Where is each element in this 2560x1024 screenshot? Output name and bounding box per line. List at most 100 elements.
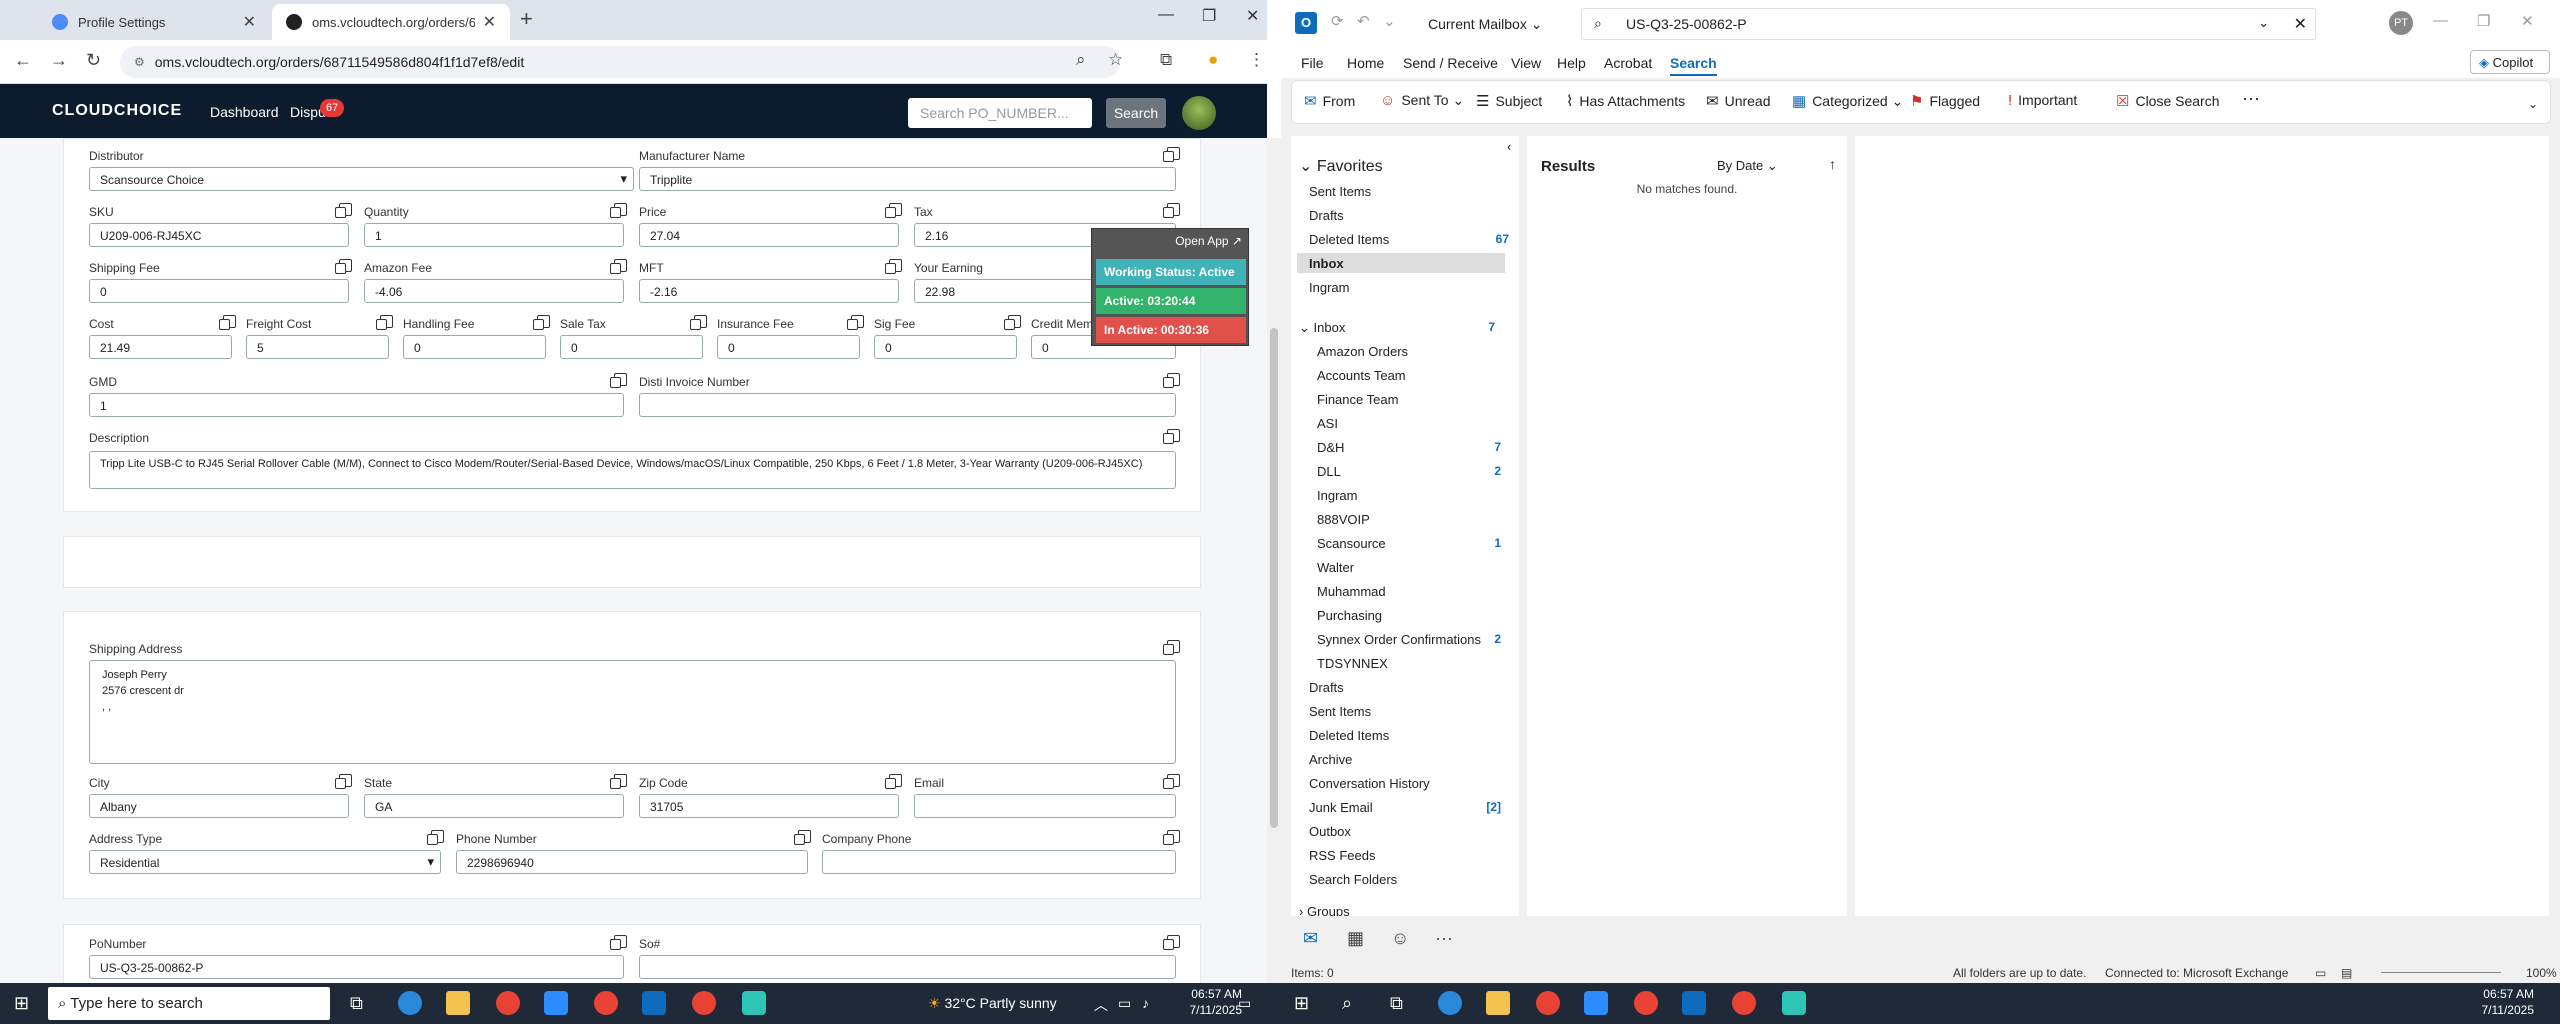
copy-icon[interactable] bbox=[690, 315, 707, 330]
company-phone-input[interactable] bbox=[822, 850, 1176, 874]
ribbon-collapse-icon[interactable]: ⌄ bbox=[2528, 97, 2538, 111]
folder-item[interactable]: ASI bbox=[1317, 416, 1501, 431]
folder-item[interactable]: Deleted Items 67 bbox=[1309, 232, 1509, 247]
folder-item[interactable]: Scansource 1 bbox=[1317, 536, 1501, 551]
copy-icon[interactable] bbox=[533, 315, 550, 330]
folder-item[interactable]: Sent Items bbox=[1309, 704, 1501, 719]
folder-item[interactable]: D&H 7 bbox=[1317, 440, 1501, 455]
app-icon-2[interactable] bbox=[1782, 991, 1806, 1015]
notifications-icon[interactable]: ▭ bbox=[1238, 995, 1251, 1012]
folder-item[interactable]: Finance Team bbox=[1317, 392, 1501, 407]
copy-icon[interactable] bbox=[610, 373, 627, 388]
sku-input[interactable]: U209-006-RJ45XC bbox=[89, 223, 349, 247]
windows-start-icon[interactable]: ⊞ bbox=[14, 993, 29, 1014]
outlook-minimize-icon[interactable]: — bbox=[2433, 12, 2448, 29]
city-input[interactable]: Albany bbox=[89, 794, 349, 818]
search-icon-2[interactable]: ⌕ bbox=[1342, 993, 1352, 1014]
copy-icon[interactable] bbox=[1163, 203, 1180, 218]
tab-order-edit[interactable]: oms.vcloudtech.org/orders/687 ✕ bbox=[272, 4, 510, 40]
folder-item[interactable]: DLL 2 bbox=[1317, 464, 1501, 479]
user-avatar[interactable]: PT bbox=[2389, 11, 2413, 35]
windows-start-icon-2[interactable]: ⊞ bbox=[1294, 993, 1309, 1014]
new-tab-icon[interactable]: + bbox=[520, 6, 533, 32]
copy-icon[interactable] bbox=[427, 830, 444, 845]
folder-item[interactable]: Muhammad bbox=[1317, 584, 1501, 599]
taskbar-clock-2[interactable]: 06:57 AM 7/11/2025 bbox=[2460, 986, 2535, 1018]
outlook-close-icon[interactable]: ✕ bbox=[2521, 12, 2534, 30]
network-icon[interactable]: ▭ bbox=[1118, 995, 1131, 1012]
copy-icon[interactable] bbox=[219, 315, 236, 330]
filter-subject-button[interactable]: ☰ Subject bbox=[1476, 92, 1542, 110]
minimize-icon[interactable]: — bbox=[1158, 6, 1174, 24]
folder-item[interactable]: Ingram bbox=[1317, 488, 1501, 503]
edge-icon-2[interactable] bbox=[1438, 991, 1462, 1015]
groups-header[interactable]: › Groups bbox=[1299, 904, 1350, 916]
edge-icon[interactable] bbox=[398, 991, 422, 1015]
zoom-app-icon[interactable] bbox=[544, 991, 568, 1015]
back-icon[interactable]: ← bbox=[14, 50, 32, 71]
menu-search[interactable]: Search bbox=[1670, 55, 1717, 76]
avatar[interactable] bbox=[1182, 96, 1216, 130]
folder-item[interactable]: Conversation History bbox=[1309, 776, 1501, 791]
volume-icon[interactable]: ♪ bbox=[1142, 995, 1149, 1011]
file-explorer-icon-2[interactable] bbox=[1486, 991, 1510, 1015]
filter-attachments-button[interactable]: ⌇ Has Attachments bbox=[1566, 92, 1685, 110]
more-options-icon[interactable]: ··· bbox=[2242, 88, 2260, 109]
folder-item[interactable]: Drafts bbox=[1309, 680, 1501, 695]
shipping-fee-input[interactable]: 0 bbox=[89, 279, 349, 303]
close-tab-icon[interactable]: ✕ bbox=[483, 12, 496, 32]
insurance-fee-input[interactable]: 0 bbox=[717, 335, 860, 359]
filter-unread-button[interactable]: ✉ Unread bbox=[1706, 92, 1771, 110]
forward-icon[interactable]: → bbox=[50, 50, 68, 71]
outlook-app-icon-2[interactable] bbox=[1682, 991, 1706, 1015]
copy-icon[interactable] bbox=[1163, 429, 1180, 444]
cost-input[interactable]: 21.49 bbox=[89, 335, 232, 359]
freight-cost-input[interactable]: 5 bbox=[246, 335, 389, 359]
so-number-input[interactable] bbox=[639, 955, 1176, 979]
folder-item[interactable]: 888VOIP bbox=[1317, 512, 1501, 527]
folder-item[interactable]: Ingram bbox=[1309, 280, 1349, 295]
sort-direction-icon[interactable]: ↑ bbox=[1829, 156, 1836, 172]
phone-input[interactable]: 2298696940 bbox=[456, 850, 808, 874]
mail-search-input[interactable]: ⌕ US-Q3-25-00862-P ⌄ ✕ bbox=[1581, 8, 2316, 40]
amazon-fee-input[interactable]: -4.06 bbox=[364, 279, 624, 303]
zoom-app-icon-2[interactable] bbox=[1584, 991, 1608, 1015]
profile-icon[interactable]: ● bbox=[1208, 50, 1218, 70]
outlook-maximize-icon[interactable]: ❐ bbox=[2477, 12, 2490, 30]
shipping-address-textarea[interactable]: Joseph Perry 2576 crescent dr , , bbox=[89, 660, 1176, 764]
folder-item[interactable]: Sent Items bbox=[1309, 184, 1371, 199]
taskbar-search[interactable]: ⌕ Type here to search bbox=[48, 987, 330, 1020]
state-input[interactable]: GA bbox=[364, 794, 624, 818]
maximize-icon[interactable]: ❐ bbox=[1202, 6, 1216, 26]
copy-icon[interactable] bbox=[610, 259, 627, 274]
copy-icon[interactable] bbox=[847, 315, 864, 330]
po-number-input[interactable]: US-Q3-25-00862-P bbox=[89, 955, 624, 979]
copy-icon[interactable] bbox=[610, 774, 627, 789]
filter-flagged-button[interactable]: ⚑ Flagged bbox=[1910, 92, 1980, 110]
folder-item[interactable]: Drafts bbox=[1309, 208, 1344, 223]
refresh-icon[interactable]: ⟳ bbox=[1331, 12, 1344, 30]
chrome-icon-2[interactable] bbox=[1732, 991, 1756, 1015]
copy-icon[interactable] bbox=[885, 203, 902, 218]
menu-help[interactable]: Help bbox=[1557, 55, 1586, 71]
close-search-button[interactable]: ☒ Close Search bbox=[2116, 92, 2220, 110]
copy-icon[interactable] bbox=[1163, 640, 1180, 655]
sale-tax-input[interactable]: 0 bbox=[560, 335, 703, 359]
scrollbar-thumb[interactable] bbox=[1270, 328, 1278, 828]
favorites-header[interactable]: ⌄ Favorites bbox=[1299, 156, 1383, 176]
folder-item[interactable]: Purchasing bbox=[1317, 608, 1501, 623]
folder-item[interactable]: Walter bbox=[1317, 560, 1501, 575]
folder-item[interactable]: Amazon Orders bbox=[1317, 344, 1501, 359]
copy-icon[interactable] bbox=[1163, 774, 1180, 789]
undo-icon[interactable]: ↶ bbox=[1357, 12, 1370, 30]
menu-kebab-icon[interactable]: ⋮ bbox=[1248, 50, 1265, 70]
copilot-button[interactable]: ◈ Copilot ⌄ bbox=[2470, 50, 2550, 86]
weather-widget[interactable]: ☀ 32°C Partly sunny bbox=[928, 995, 1057, 1012]
copy-icon[interactable] bbox=[376, 315, 393, 330]
app-icon[interactable] bbox=[742, 991, 766, 1015]
menu-home[interactable]: Home bbox=[1347, 55, 1384, 71]
copy-icon[interactable] bbox=[610, 935, 627, 950]
copy-icon[interactable] bbox=[885, 774, 902, 789]
folder-item[interactable]: Archive bbox=[1309, 752, 1501, 767]
quick-access-dropdown-icon[interactable]: ⌄ bbox=[1383, 12, 1396, 30]
